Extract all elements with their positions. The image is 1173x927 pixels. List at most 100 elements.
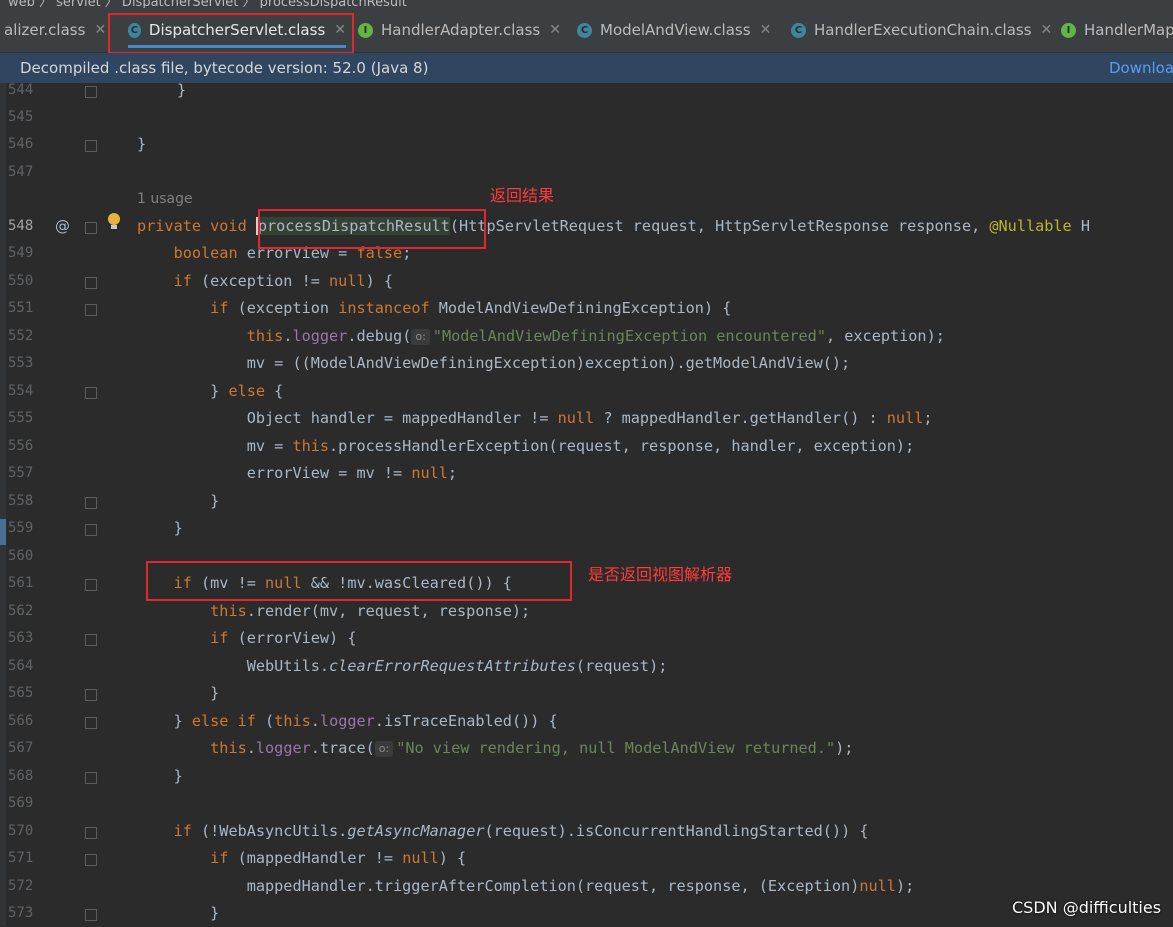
- line-number: 545: [8, 109, 34, 125]
- code-line-553: 553 mv = ((ModelAndViewDefiningException…: [0, 350, 1173, 377]
- code-text: if (mappedHandler != null) {: [210, 849, 467, 867]
- fold-icon[interactable]: [85, 222, 97, 234]
- fold-icon[interactable]: [85, 497, 97, 509]
- annotation-view-resolver: 是否返回视图解析器: [588, 565, 733, 584]
- code-line-558: 558 }: [0, 488, 1173, 515]
- code-line-551: 551 if (exception instanceof ModelAndVie…: [0, 295, 1173, 322]
- fold-icon[interactable]: [85, 140, 97, 152]
- class-icon: C: [577, 22, 592, 38]
- code-line-547: 547: [0, 159, 1173, 186]
- fold-icon[interactable]: [85, 524, 97, 536]
- lightbulb-icon[interactable]: [108, 213, 120, 229]
- code-line-549: 549 boolean errorView = false;: [0, 240, 1173, 267]
- tab-handler-execution-chain[interactable]: C HandlerExecutionChain.class ✕: [791, 8, 1052, 52]
- close-icon[interactable]: ✕: [94, 22, 106, 38]
- code-text: }: [137, 684, 220, 702]
- fold-icon[interactable]: [85, 86, 97, 98]
- line-number: 570: [8, 823, 34, 839]
- line-number: 548: [8, 218, 34, 234]
- tab-handler-adapter[interactable]: I HandlerAdapter.class ✕: [358, 8, 561, 52]
- code-line-550: 550 if (exception != null) {: [0, 268, 1173, 295]
- condition-highlight-box: [146, 561, 572, 601]
- code-text: if (errorView) {: [210, 629, 357, 647]
- code-line-564: 564 WebUtils.clearErrorRequestAttributes…: [0, 653, 1173, 680]
- line-number: 560: [8, 548, 34, 564]
- download-sources-link[interactable]: Download: [1109, 59, 1173, 77]
- tab-highlight-box: [108, 13, 354, 54]
- fold-icon[interactable]: [85, 304, 97, 316]
- line-number: 555: [8, 410, 34, 426]
- tab-alizer[interactable]: alizer.class ✕: [4, 8, 106, 52]
- close-icon[interactable]: ✕: [1041, 22, 1053, 38]
- line-number: 547: [8, 164, 34, 180]
- parameter-hint: o:: [374, 741, 394, 757]
- code-editor[interactable]: 544 } 545 546 } 547 1 usage 548 private …: [0, 81, 1173, 927]
- close-icon[interactable]: ✕: [760, 22, 772, 38]
- code-line-548: 548 private void processDispatchResult(H…: [0, 213, 1173, 240]
- code-text: }: [137, 904, 220, 922]
- line-number: 556: [8, 438, 34, 454]
- code-line-573: 573 }: [0, 900, 1173, 927]
- line-number: 568: [8, 768, 34, 784]
- code-text: errorView = mv != null;: [137, 464, 458, 482]
- fold-icon[interactable]: [85, 689, 97, 701]
- line-number: 566: [8, 713, 34, 729]
- code-line-559: 559 }: [0, 515, 1173, 542]
- close-icon[interactable]: ✕: [549, 22, 561, 38]
- code-line-570: 570 if (!WebAsyncUtils.getAsyncManager(r…: [0, 818, 1173, 845]
- line-number: 546: [8, 136, 34, 152]
- fold-icon[interactable]: [85, 717, 97, 729]
- line-number: 561: [8, 575, 34, 591]
- interface-icon: I: [1061, 22, 1076, 38]
- fold-icon[interactable]: [85, 277, 97, 289]
- line-number: 553: [8, 355, 34, 371]
- code-line-545: 545: [0, 104, 1173, 131]
- breadcrumb[interactable]: web 〉 servlet 〉 DispatcherServlet 〉 proc…: [8, 0, 407, 8]
- fold-icon[interactable]: [85, 909, 97, 921]
- code-text: }: [137, 135, 147, 153]
- code-text: if (exception instanceof ModelAndViewDef…: [210, 299, 732, 317]
- line-number: 557: [8, 465, 34, 481]
- line-number: 554: [8, 383, 34, 399]
- code-line-565: 565 }: [0, 680, 1173, 707]
- fold-icon[interactable]: [85, 854, 97, 866]
- tab-label: HandlerAdapter.class: [381, 21, 541, 39]
- line-number: 565: [8, 685, 34, 701]
- code-text: this.logger.trace(o: "No view rendering, …: [210, 739, 854, 757]
- tab-label: alizer.class: [4, 21, 86, 39]
- parameter-hint: o:: [411, 329, 430, 345]
- line-number: 572: [8, 878, 34, 894]
- line-number: 567: [8, 740, 34, 756]
- code-text: this.logger.debug(o: "ModelAndViewDefinin…: [246, 327, 945, 345]
- line-number: 564: [8, 658, 34, 674]
- code-text: mappedHandler.triggerAfterCompletion(req…: [137, 877, 915, 895]
- code-text: Object handler = mappedHandler != null ?…: [137, 409, 933, 427]
- line-number: 544: [8, 82, 34, 98]
- fold-icon[interactable]: [85, 772, 97, 784]
- line-number: 550: [8, 273, 34, 289]
- code-line-544: 544 }: [0, 77, 1173, 104]
- code-text: }: [137, 519, 183, 537]
- code-text: } else {: [137, 382, 284, 400]
- fold-icon[interactable]: [85, 827, 97, 839]
- fold-icon[interactable]: [85, 387, 97, 399]
- method-highlight-box: [258, 209, 486, 249]
- code-text: }: [137, 492, 220, 510]
- usage-hint[interactable]: 1 usage: [137, 186, 193, 213]
- code-line-567: 567 this.logger.trace(o: "No view renderi…: [0, 735, 1173, 762]
- tab-handler-map[interactable]: I HandlerMap: [1061, 8, 1173, 52]
- line-number: 563: [8, 630, 34, 646]
- code-text: this.render(mv, request, response);: [210, 602, 531, 620]
- code-line-571: 571 if (mappedHandler != null) {: [0, 845, 1173, 872]
- code-line-563: 563 if (errorView) {: [0, 625, 1173, 652]
- line-number: 559: [8, 520, 34, 536]
- fold-icon[interactable]: [85, 634, 97, 646]
- code-text: if (exception != null) {: [173, 272, 394, 290]
- code-line-572: 572 mappedHandler.triggerAfterCompletion…: [0, 873, 1173, 900]
- override-icon[interactable]: @: [55, 213, 70, 240]
- code-text: } else if (this.logger.isTraceEnabled())…: [137, 712, 558, 730]
- tab-model-and-view[interactable]: C ModelAndView.class ✕: [577, 8, 771, 52]
- fold-icon[interactable]: [85, 579, 97, 591]
- line-number: 573: [8, 905, 34, 921]
- code-line-557: 557 errorView = mv != null;: [0, 460, 1173, 487]
